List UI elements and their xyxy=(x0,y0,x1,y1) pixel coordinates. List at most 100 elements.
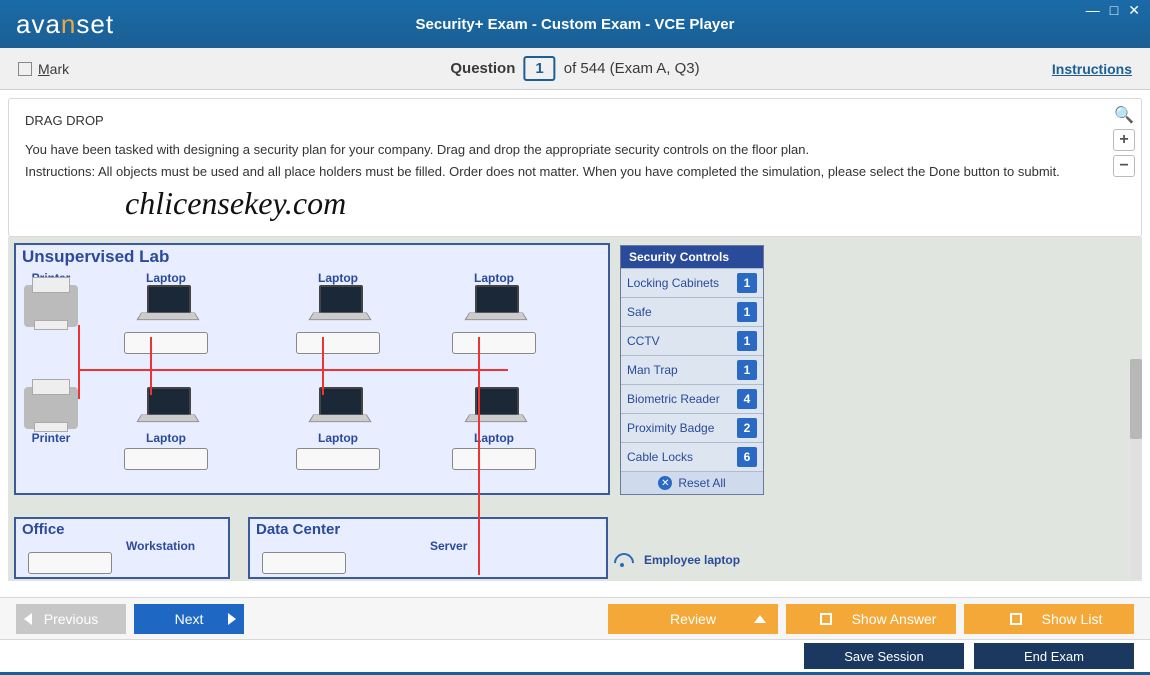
security-control-item[interactable]: Safe 1 xyxy=(621,297,763,326)
device-label: Laptop xyxy=(452,431,536,445)
review-label: Review xyxy=(670,611,716,627)
laptop-icon xyxy=(311,387,365,429)
device-laptop: Laptop xyxy=(296,271,380,357)
device-printer: Printer xyxy=(24,271,78,329)
security-control-label: Biometric Reader xyxy=(627,392,720,406)
question-label: Question xyxy=(450,60,515,77)
floor-plan[interactable]: Unsupervised Lab Printer Laptop Laptop L… xyxy=(8,237,768,581)
printer-icon xyxy=(24,387,78,429)
network-wire xyxy=(478,337,480,495)
previous-button[interactable]: Previous xyxy=(16,604,126,634)
checkbox-icon xyxy=(820,613,832,625)
data-center-zone: Data Center Server xyxy=(248,517,608,579)
device-label: Printer xyxy=(24,431,78,445)
show-answer-button[interactable]: Show Answer xyxy=(786,604,956,634)
security-controls-panel: Security Controls Locking Cabinets 1 Saf… xyxy=(620,245,764,495)
end-exam-button[interactable]: End Exam xyxy=(974,643,1134,669)
logo-n: n xyxy=(61,9,76,39)
drop-zone[interactable] xyxy=(296,448,380,470)
reset-icon: ✕ xyxy=(658,476,672,490)
laptop-icon xyxy=(311,285,365,327)
mark-label[interactable]: Mark xyxy=(38,61,69,77)
data-center-title: Data Center xyxy=(256,521,340,538)
security-control-count: 1 xyxy=(737,331,757,351)
security-control-count: 4 xyxy=(737,389,757,409)
device-label: Laptop xyxy=(124,431,208,445)
device-laptop: Laptop xyxy=(124,271,208,357)
security-control-item[interactable]: Biometric Reader 4 xyxy=(621,384,763,413)
review-button[interactable]: Review xyxy=(608,604,778,634)
drop-zone[interactable] xyxy=(124,332,208,354)
security-control-item[interactable]: Man Trap 1 xyxy=(621,355,763,384)
search-icon[interactable]: 🔍 xyxy=(1114,105,1134,125)
security-control-label: Locking Cabinets xyxy=(627,276,719,290)
security-control-label: CCTV xyxy=(627,334,660,348)
network-wire xyxy=(478,495,480,575)
security-control-item[interactable]: CCTV 1 xyxy=(621,326,763,355)
drop-zone[interactable] xyxy=(124,448,208,470)
device-label: Laptop xyxy=(296,431,380,445)
minimize-icon[interactable]: — xyxy=(1082,2,1104,19)
instructions-link[interactable]: Instructions xyxy=(1052,61,1132,77)
laptop-icon xyxy=(139,285,193,327)
security-control-item[interactable]: Cable Locks 6 xyxy=(621,442,763,471)
security-control-label: Safe xyxy=(627,305,652,319)
device-laptop: Laptop xyxy=(452,271,536,357)
employee-laptop-label: Employee laptop xyxy=(644,553,740,567)
security-control-count: 6 xyxy=(737,447,757,467)
network-wire xyxy=(78,369,508,371)
title-bar: avanset Security+ Exam - Custom Exam - V… xyxy=(0,0,1150,48)
drop-zone[interactable] xyxy=(262,552,346,574)
drop-zone[interactable] xyxy=(452,448,536,470)
question-body: DRAG DROP You have been tasked with desi… xyxy=(8,98,1142,237)
server-label: Server xyxy=(430,539,467,553)
previous-label: Previous xyxy=(44,611,98,627)
security-control-label: Proximity Badge xyxy=(627,421,714,435)
security-control-count: 1 xyxy=(737,273,757,293)
security-control-count: 2 xyxy=(737,418,757,438)
zoom-in-button[interactable]: + xyxy=(1113,129,1135,151)
show-list-button[interactable]: Show List xyxy=(964,604,1134,634)
network-wire xyxy=(78,325,80,371)
lab-title: Unsupervised Lab xyxy=(22,247,169,267)
security-control-count: 1 xyxy=(737,360,757,380)
office-title: Office xyxy=(22,521,65,538)
network-wire xyxy=(322,337,324,395)
save-session-button[interactable]: Save Session xyxy=(804,643,964,669)
security-control-label: Cable Locks xyxy=(627,450,693,464)
show-answer-label: Show Answer xyxy=(852,611,937,627)
zoom-out-button[interactable]: − xyxy=(1113,155,1135,177)
drop-zone[interactable] xyxy=(28,552,112,574)
network-wire xyxy=(78,369,80,399)
wifi-icon xyxy=(616,551,636,571)
mark-checkbox[interactable] xyxy=(18,62,32,76)
question-number[interactable]: 1 xyxy=(523,56,555,81)
next-button[interactable]: Next xyxy=(134,604,244,634)
question-indicator: Question 1 of 544 (Exam A, Q3) xyxy=(450,56,699,81)
drop-zone[interactable] xyxy=(296,332,380,354)
logo: avanset xyxy=(16,9,114,40)
security-panel-header: Security Controls xyxy=(621,246,763,268)
network-wire xyxy=(150,337,152,395)
reset-all-button[interactable]: ✕ Reset All xyxy=(621,471,763,494)
laptop-icon xyxy=(467,387,521,429)
watermark-text: chlicensekey.com xyxy=(25,185,1125,222)
device-laptop: Laptop xyxy=(296,387,380,473)
unsupervised-lab-zone: Unsupervised Lab Printer Laptop Laptop L… xyxy=(14,243,610,495)
reset-label: Reset All xyxy=(678,476,725,490)
security-control-item[interactable]: Locking Cabinets 1 xyxy=(621,268,763,297)
workstation-label: Workstation xyxy=(126,539,195,553)
close-icon[interactable]: ✕ xyxy=(1124,2,1144,19)
laptop-icon xyxy=(139,387,193,429)
security-control-item[interactable]: Proximity Badge 2 xyxy=(621,413,763,442)
question-total: of 544 (Exam A, Q3) xyxy=(564,60,700,77)
vertical-scrollbar[interactable] xyxy=(1130,359,1142,579)
device-laptop: Laptop xyxy=(452,387,536,473)
device-label: Laptop xyxy=(452,271,536,285)
maximize-icon[interactable]: □ xyxy=(1106,2,1122,19)
drop-zone[interactable] xyxy=(452,332,536,354)
question-type-heading: DRAG DROP xyxy=(25,113,1125,128)
device-laptop: Laptop xyxy=(124,387,208,473)
question-header: Mark Question 1 of 544 (Exam A, Q3) Inst… xyxy=(0,48,1150,90)
question-text-1: You have been tasked with designing a se… xyxy=(25,140,1125,160)
